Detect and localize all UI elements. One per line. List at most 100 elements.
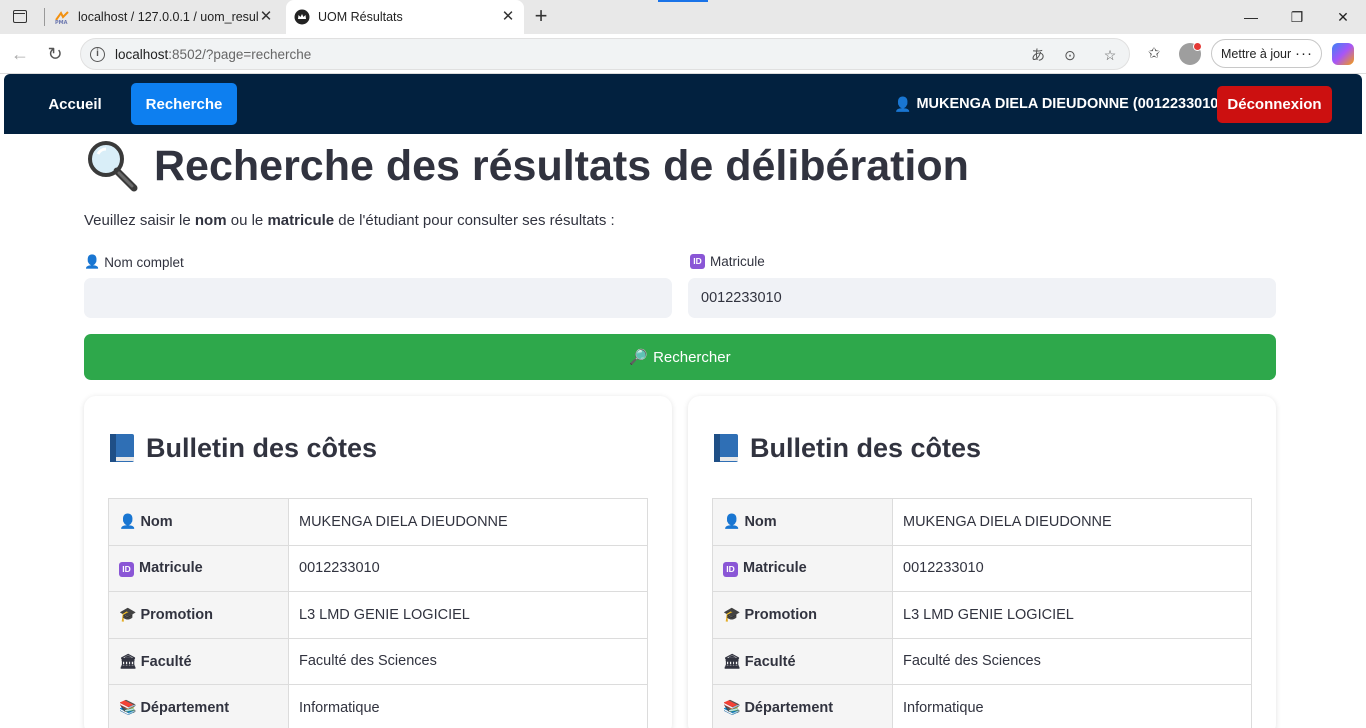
card-title: Bulletin des côtes xyxy=(712,430,981,466)
table-row: 📚 Département Informatique xyxy=(108,684,648,728)
row-key-text: Promotion xyxy=(744,607,817,624)
row-key: 🎓 Promotion xyxy=(712,591,893,639)
card-title-text: Bulletin des côtes xyxy=(750,432,982,463)
update-button[interactable]: Mettre à jour ··· xyxy=(1211,39,1322,68)
site-info-icon[interactable]: i xyxy=(90,47,105,62)
close-tab-icon[interactable]: ✕ xyxy=(258,9,274,25)
student-info-table: 👤 Nom MUKENGA DIELA DIEUDONNE ID Matricule 0… xyxy=(712,498,1252,728)
book-icon xyxy=(110,434,134,462)
id-icon: ID xyxy=(690,254,705,269)
row-value: Faculté des Sciences xyxy=(892,637,1252,685)
name-field-label: 👤 Nom complet xyxy=(84,254,184,270)
sidebar-toggle-icon[interactable] xyxy=(10,7,30,27)
row-key: ID Matricule xyxy=(712,544,893,592)
row-key: 🏛 Faculté xyxy=(108,637,289,685)
nav-search-link[interactable]: Recherche xyxy=(131,83,237,125)
new-tab-icon[interactable]: + xyxy=(530,5,552,28)
row-value: Faculté des Sciences xyxy=(288,637,648,685)
lead-text-1: Veuillez saisir le xyxy=(84,212,195,229)
name-label-text: Nom complet xyxy=(104,254,184,270)
building-icon: 🏛 xyxy=(119,652,137,669)
book-icon xyxy=(714,434,738,462)
row-value: MUKENGA DIELA DIEUDONNE xyxy=(288,498,648,546)
id-icon: ID xyxy=(119,561,134,577)
search-button-label: Rechercher xyxy=(653,348,731,366)
building-icon: 🏛 xyxy=(723,652,741,669)
tab-uom-resultats[interactable]: UOM Résultats ✕ xyxy=(286,0,524,34)
row-key: 🎓 Promotion xyxy=(108,591,289,639)
url-text: localhost:8502/?page=recherche xyxy=(115,47,311,62)
table-row: 🏛 Faculté Faculté des Sciences xyxy=(108,637,648,685)
restore-icon[interactable]: ❐ xyxy=(1274,0,1320,34)
row-value: Informatique xyxy=(288,684,648,728)
matricule-field-label: ID Matricule xyxy=(690,254,765,269)
tab-separator xyxy=(44,8,45,26)
minimize-icon[interactable]: — xyxy=(1228,0,1274,34)
student-info-table: 👤 Nom MUKENGA DIELA DIEUDONNE ID Matricule 0… xyxy=(108,498,648,728)
streamlit-crown-icon xyxy=(294,9,310,25)
row-key-text: Faculté xyxy=(744,653,796,670)
close-window-icon[interactable]: ✕ xyxy=(1320,0,1366,34)
row-key: 👤 Nom xyxy=(108,498,289,546)
matricule-input[interactable]: 0012233010 xyxy=(688,278,1276,318)
lead-bold-matricule: matricule xyxy=(267,212,335,229)
row-value: L3 LMD GENIE LOGICIEL xyxy=(288,591,648,639)
more-tools-icon[interactable]: ⊙ xyxy=(1061,46,1079,64)
table-row: 🎓 Promotion L3 LMD GENIE LOGICIEL xyxy=(712,591,1252,639)
reload-icon[interactable]: ↻ xyxy=(44,43,66,65)
tab-title: UOM Résultats xyxy=(318,10,403,24)
row-key: ID Matricule xyxy=(108,544,289,592)
nav-home-link[interactable]: Accueil xyxy=(34,83,116,125)
lead-bold-nom: nom xyxy=(194,212,227,229)
url-host: localhost xyxy=(115,47,169,62)
user-icon: 👤 xyxy=(84,254,101,269)
card-title: Bulletin des côtes xyxy=(108,430,377,466)
row-key: 📚 Département xyxy=(712,684,893,728)
favorites-list-icon[interactable]: ✩ xyxy=(1144,44,1164,64)
bulletin-card: Bulletin des côtes 👤 Nom MUKENGA DIELA DIE… xyxy=(688,396,1276,728)
lead-text-2: ou le xyxy=(226,212,268,229)
page-title: Recherche des résultats de délibération xyxy=(84,138,969,194)
close-tab-icon[interactable]: ✕ xyxy=(500,9,516,25)
read-aloud-icon[interactable]: あ xyxy=(1029,46,1047,64)
name-input[interactable] xyxy=(84,278,672,318)
profile-avatar[interactable] xyxy=(1179,42,1202,65)
graduation-cap-icon: 🎓 xyxy=(723,606,741,623)
update-label: Mettre à jour xyxy=(1221,46,1292,61)
user-icon: 👤 xyxy=(119,513,137,530)
magnifier-icon: 🔎 xyxy=(629,349,649,366)
lead-text-3: de l'étudiant pour consulter ses résulta… xyxy=(334,212,615,229)
user-icon: 👤 xyxy=(723,513,741,530)
browser-toolbar: ← ↻ i localhost:8502/?page=recherche あ ⊙… xyxy=(0,34,1366,74)
row-key: 📚 Département xyxy=(108,684,289,728)
row-key-text: Département xyxy=(744,700,834,717)
logout-button[interactable]: Déconnexion xyxy=(1217,86,1332,123)
row-key-text: Département xyxy=(140,700,230,717)
page-title-text: Recherche des résultats de délibération xyxy=(154,141,969,190)
user-icon: 👤 xyxy=(894,95,912,112)
row-key: 👤 Nom xyxy=(712,498,893,546)
row-value: 0012233010 xyxy=(288,544,648,592)
phpmyadmin-icon: PMA xyxy=(55,11,69,25)
table-row: ID Matricule 0012233010 xyxy=(108,544,648,592)
search-button[interactable]: 🔎 Rechercher xyxy=(84,334,1276,380)
books-icon: 📚 xyxy=(119,699,137,716)
row-value: MUKENGA DIELA DIEUDONNE xyxy=(892,498,1252,546)
row-key-text: Matricule xyxy=(743,559,807,576)
app-navbar: Accueil Recherche 👤 MUKENGA DIELA DIEUDO… xyxy=(4,74,1362,134)
row-key-text: Nom xyxy=(744,514,777,531)
row-key: 🏛 Faculté xyxy=(712,637,893,685)
favorite-star-icon[interactable]: ☆ xyxy=(1101,46,1119,64)
more-options-icon[interactable]: ··· xyxy=(1295,45,1313,62)
card-title-text: Bulletin des côtes xyxy=(146,432,378,463)
id-icon: ID xyxy=(723,561,738,577)
matricule-label-text: Matricule xyxy=(710,254,765,269)
tab-phpmyadmin[interactable]: PMA localhost / 127.0.0.1 / uom_result ✕ xyxy=(46,0,282,34)
address-bar[interactable]: i localhost:8502/?page=recherche あ ⊙ ☆ xyxy=(80,38,1130,70)
row-value: 0012233010 xyxy=(892,544,1252,592)
table-row: ID Matricule 0012233010 xyxy=(712,544,1252,592)
back-arrow-icon[interactable]: ← xyxy=(9,43,31,65)
copilot-icon[interactable] xyxy=(1332,43,1354,65)
tab-title: localhost / 127.0.0.1 / uom_result xyxy=(78,10,258,24)
graduation-cap-icon: 🎓 xyxy=(119,606,137,623)
